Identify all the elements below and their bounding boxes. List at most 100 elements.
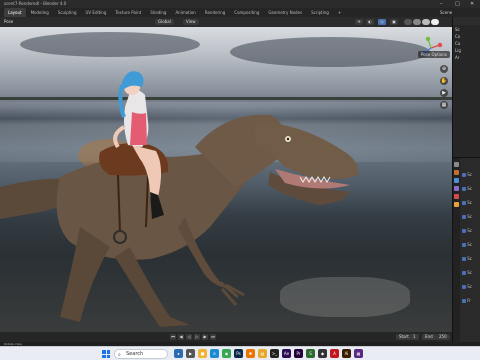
transform-orientation-dropdown[interactable]: Global: [155, 19, 174, 25]
workspace-tab-shading[interactable]: Shading: [146, 8, 170, 17]
overlay-icon[interactable]: ◎: [378, 19, 386, 25]
end-frame-field[interactable]: 250: [436, 334, 450, 340]
property-label: Sc: [466, 228, 473, 233]
workspace-tab-layout[interactable]: Layout: [4, 8, 26, 17]
tool-tab-icon[interactable]: [454, 162, 459, 167]
property-row[interactable]: Sc: [462, 242, 472, 248]
workspace-tab-modeling[interactable]: Modeling: [27, 8, 53, 17]
zoom-icon[interactable]: ⊕: [440, 65, 448, 73]
outliner-row[interactable]: Ar: [455, 55, 459, 61]
rendered-shading-button[interactable]: [431, 19, 439, 25]
workspace-tab-geometry-nodes[interactable]: Geometry Nodes: [264, 8, 306, 17]
workspace-tab-texture-paint[interactable]: Texture Paint: [111, 8, 145, 17]
cursor-icon[interactable]: ✛: [355, 19, 363, 25]
properties-panel: Sc Sc Sc Sc Sc Sc Sc Sc Sc Fr: [452, 157, 480, 343]
ai-app-icon[interactable]: Ai: [342, 349, 351, 358]
workspace-tab-scripting[interactable]: Scripting: [307, 8, 333, 17]
zip-app-icon[interactable]: ▦: [354, 349, 363, 358]
interaction-mode-dropdown[interactable]: Pose: [4, 17, 13, 27]
chrome-app-icon[interactable]: ◉: [222, 349, 231, 358]
workspace-tab--[interactable]: +: [334, 8, 345, 17]
edge-app-icon[interactable]: e: [210, 349, 219, 358]
outliner-row[interactable]: Sc: [455, 27, 460, 33]
unity-app-icon[interactable]: ◆: [318, 349, 327, 358]
explorer-app-icon[interactable]: ▤: [258, 349, 267, 358]
raptor-head: [255, 122, 359, 180]
workspace-tab-sculpting[interactable]: Sculpting: [54, 8, 81, 17]
wireframe-shading-button[interactable]: [404, 19, 412, 25]
terminal-app-icon[interactable]: >_: [270, 349, 279, 358]
window-title: scent7-Renderedl - Blender 4.0: [4, 1, 67, 6]
raptor-rider-render: [0, 71, 359, 327]
property-label: Sc: [466, 200, 473, 205]
pr-app-icon[interactable]: Pr: [294, 349, 303, 358]
object-tab-icon[interactable]: [454, 202, 459, 207]
ae-app-icon[interactable]: Ae: [282, 349, 291, 358]
jump-end-icon[interactable]: ⏭: [210, 334, 216, 340]
sub-app-icon[interactable]: S: [306, 349, 315, 358]
bike-app-icon[interactable]: ᴥ: [174, 349, 183, 358]
outliner-row[interactable]: Co: [455, 34, 460, 40]
taskbar-search[interactable]: ⌕ Search: [114, 349, 168, 359]
workspace-tab-uv-editing[interactable]: UV Editing: [82, 8, 111, 17]
xray-icon[interactable]: ▣: [390, 19, 398, 25]
property-label: Sc: [466, 284, 473, 289]
property-label: Sc: [466, 270, 473, 275]
close-button[interactable]: ✕: [470, 0, 474, 8]
property-row[interactable]: Sc: [462, 172, 472, 178]
material-shading-button[interactable]: [422, 19, 430, 25]
camera-view-icon[interactable]: ▶: [440, 89, 448, 97]
property-row[interactable]: Sc: [462, 214, 472, 220]
property-row[interactable]: Sc: [462, 228, 472, 234]
output-tab-icon[interactable]: [454, 178, 459, 183]
property-label: Sc: [466, 186, 473, 191]
step-back-icon[interactable]: ◀: [178, 334, 184, 340]
acrobat-app-icon[interactable]: A: [330, 349, 339, 358]
play-icon[interactable]: ▷: [194, 334, 200, 340]
solid-shading-button[interactable]: [413, 19, 421, 25]
grid-icon[interactable]: ▦: [440, 101, 448, 109]
outliner-row[interactable]: Ca: [455, 41, 460, 47]
property-row[interactable]: Sc: [462, 200, 472, 206]
property-row[interactable]: Sc: [462, 270, 472, 276]
play-reverse-icon[interactable]: ◁: [186, 334, 192, 340]
maximize-button[interactable]: □: [455, 0, 460, 8]
window-titlebar: scent7-Renderedl - Blender 4.0 – □ ✕: [0, 0, 480, 8]
raptor-leg-right: [115, 247, 190, 327]
blender-app-icon[interactable]: ✺: [246, 349, 255, 358]
outliner-row[interactable]: Lig: [455, 48, 461, 54]
start-frame-field[interactable]: 1: [410, 334, 419, 340]
render-tab-icon[interactable]: [454, 170, 459, 175]
windows-start-button[interactable]: [102, 350, 110, 358]
property-row[interactable]: Fr: [462, 298, 471, 304]
pose-options-dropdown[interactable]: Pose Options: [418, 51, 450, 58]
workspace-tab-rendering[interactable]: Rendering: [201, 8, 229, 17]
timeline-bar: ⏮ ◀ ◁ ▷ ▶ ⏭ Start 1 End 250: [0, 332, 452, 342]
raptor-claws: [219, 280, 245, 306]
pan-hand-icon[interactable]: ✋: [440, 77, 448, 85]
workspace-tab-animation[interactable]: Animation: [171, 8, 199, 17]
property-row[interactable]: Sc: [462, 186, 472, 192]
world-tab-icon[interactable]: [454, 194, 459, 199]
files-app-icon[interactable]: ■: [198, 349, 207, 358]
step-forward-icon[interactable]: ▶: [202, 334, 208, 340]
windows-taskbar: ⌕ Search ᴥ ▶ ■ e ◉ Ps ✺ ▤ >_ Ae Pr S ◆ A Ai ▦: [0, 346, 480, 360]
property-row[interactable]: Sc: [462, 256, 472, 262]
minimize-button[interactable]: –: [440, 0, 443, 8]
rider-top: [130, 112, 147, 145]
media-app-icon[interactable]: ▶: [186, 349, 195, 358]
property-label: Sc: [466, 256, 473, 261]
property-row[interactable]: Sc: [462, 284, 472, 290]
scene-selector[interactable]: Scene: [440, 8, 452, 17]
visibility-icon[interactable]: ◐: [366, 19, 374, 25]
jump-start-icon[interactable]: ⏮: [170, 334, 176, 340]
viewport-header: Pose Global View ✛ ◐ ◎ ▣: [0, 17, 452, 27]
property-label: Fr: [466, 298, 471, 303]
scene-tab-icon[interactable]: [454, 186, 459, 191]
3d-viewport[interactable]: Pose Options ⊕ ✋ ▶ ▦: [0, 27, 452, 332]
view-menu[interactable]: View: [183, 19, 199, 25]
ps-app-icon[interactable]: Ps: [234, 349, 243, 358]
property-label: Sc: [466, 214, 473, 219]
rider-hair-tail: [118, 84, 126, 118]
workspace-tab-compositing[interactable]: Compositing: [230, 8, 263, 17]
